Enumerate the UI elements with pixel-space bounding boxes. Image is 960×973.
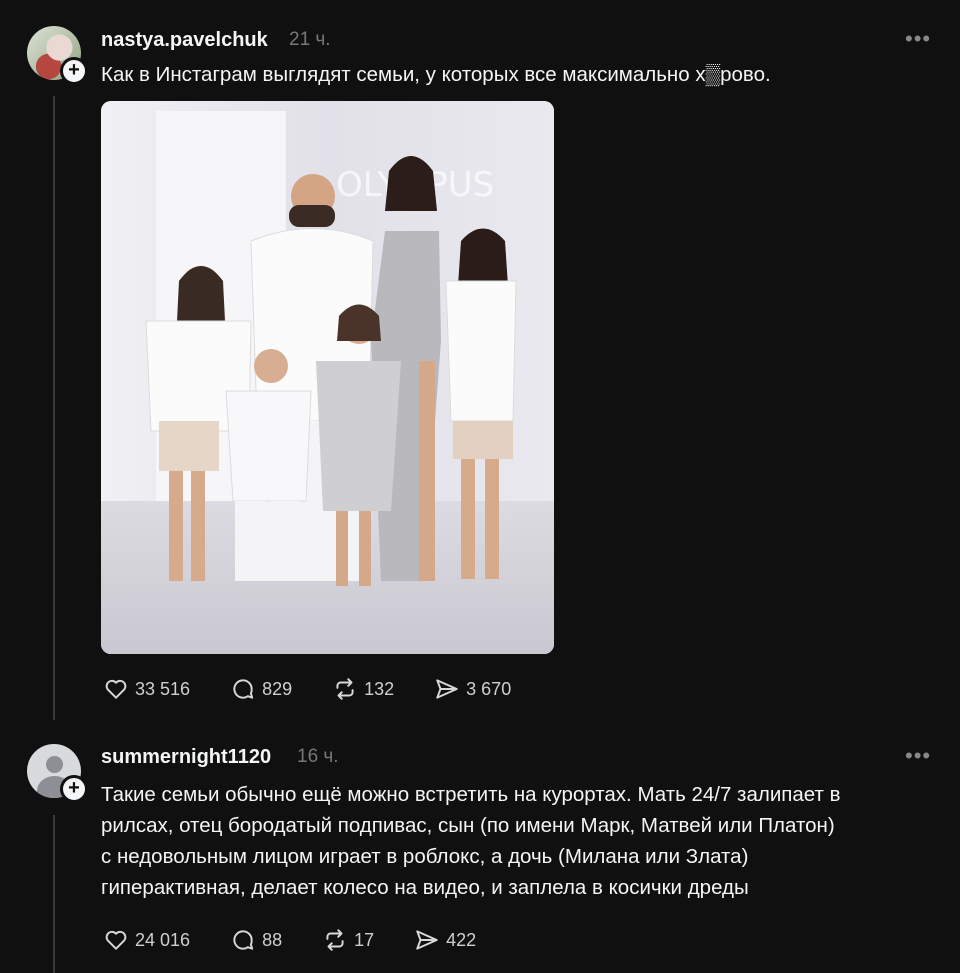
comment-count: 88 <box>262 929 283 950</box>
follow-plus-icon[interactable]: + <box>60 57 88 85</box>
share-count: 422 <box>446 929 477 950</box>
repost-count: 132 <box>364 678 395 699</box>
more-icon[interactable]: ••• <box>905 743 931 769</box>
repost-button[interactable]: 17 <box>322 927 374 953</box>
comment-count: 829 <box>262 678 293 699</box>
share-count: 3 670 <box>466 678 512 699</box>
heart-icon <box>105 679 127 699</box>
repost-button[interactable]: 132 <box>332 676 394 702</box>
repost-count: 17 <box>354 929 375 950</box>
post-image[interactable]: OLYMPUS <box>101 101 554 654</box>
username[interactable]: nastya.pavelchuk <box>101 29 268 52</box>
like-button[interactable]: 33 516 <box>103 676 190 702</box>
username[interactable]: summernight1120 <box>101 746 271 769</box>
like-button[interactable]: 24 016 <box>103 927 190 953</box>
share-button[interactable]: 422 <box>414 927 476 953</box>
post-actions: 33 516 829 132 3 670 <box>103 676 551 702</box>
comment-icon <box>233 930 254 950</box>
timestamp: 16 ч. <box>297 746 339 767</box>
text-line: гиперактивная, делает колесо на видео, и… <box>101 876 749 899</box>
like-count: 33 516 <box>135 678 191 699</box>
comment-button[interactable]: 88 <box>230 927 282 953</box>
post-actions: 24 016 88 17 422 <box>103 927 516 953</box>
comment-button[interactable]: 829 <box>230 676 292 702</box>
default-avatar-head <box>46 756 63 773</box>
share-icon <box>416 930 438 950</box>
share-icon <box>436 679 458 699</box>
heart-icon <box>105 930 127 950</box>
like-count: 24 016 <box>135 929 191 950</box>
repost-icon <box>336 678 354 700</box>
thread-line <box>53 96 55 720</box>
repost-icon <box>326 929 344 951</box>
timestamp: 21 ч. <box>289 29 331 50</box>
more-icon[interactable]: ••• <box>905 26 931 52</box>
comment-icon <box>233 679 254 699</box>
text-line: рилсах, отец бородатый подпивас, сын (по… <box>101 814 835 837</box>
reply-text: Такие семьи обычно ещё можно встретить н… <box>101 779 840 903</box>
thread-line <box>53 815 55 973</box>
share-button[interactable]: 3 670 <box>434 676 511 702</box>
follow-plus-icon[interactable]: + <box>60 775 88 803</box>
text-line: Такие семьи обычно ещё можно встретить н… <box>101 783 841 806</box>
family-photo: OLYMPUS <box>101 101 554 654</box>
text-line: с недовольным лицом играет в роблокс, а … <box>101 845 749 868</box>
post-text: Как в Инстаграм выглядят семьи, у которы… <box>101 63 771 86</box>
